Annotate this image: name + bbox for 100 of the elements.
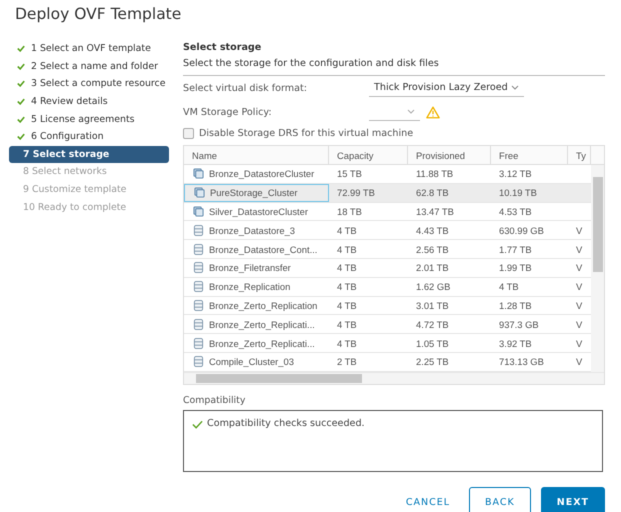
back-button[interactable]: BACK (469, 486, 531, 512)
check-icon (17, 133, 25, 140)
table-cell: V (576, 262, 582, 274)
section-subtitle: Select the storage for the configuration and disk files (183, 58, 440, 69)
database-icon (193, 356, 204, 368)
column-header[interactable]: Capacity (329, 146, 408, 164)
disk-format-select[interactable]: Thick Provision Lazy Zeroed (369, 79, 524, 97)
table-cell: 62.8 TB (416, 187, 449, 198)
table-row[interactable]: Bronze_Zerto_Replication 4 TB 3.01 TB 1.28 TB V (184, 296, 591, 316)
table-cell: 1.28 TB (499, 300, 532, 311)
table-cell: 4.72 TB (416, 318, 449, 330)
check-icon (192, 420, 203, 429)
section-title: Select storage (183, 42, 262, 53)
compatibility-message: Compatibility checks succeeded. (207, 418, 365, 429)
table-cell: 3.12 TB (499, 168, 532, 180)
compatibility-label: Compatibility (183, 394, 246, 406)
table-cell: 2 TB (337, 356, 357, 368)
field-label: Select virtual disk format: (183, 82, 308, 94)
table-cell: 4.43 TB (416, 224, 449, 236)
wizard-step[interactable]: 6 Configuration (9, 128, 169, 146)
table-row[interactable]: Bronze_Zerto_Replicati... 4 TB 4.72 TB 937.3 GB V (184, 315, 591, 334)
database-icon (193, 318, 204, 330)
field-label: VM Storage Policy: (183, 106, 273, 118)
table-cell: 4 TB (499, 281, 519, 292)
table-cell: Bronze_DatastoreCluster (209, 168, 314, 180)
table-cell: Bronze_Datastore_Cont... (209, 244, 318, 255)
column-header[interactable]: Provisioned (408, 146, 491, 164)
database-icon (193, 281, 204, 292)
wizard-step[interactable]: 4 Review details (9, 92, 169, 110)
table-cell: 10.19 TB (499, 187, 537, 198)
table-cell: 3.92 TB (499, 338, 532, 349)
table-cell: 4 TB (337, 300, 357, 311)
table-row[interactable]: PureStorage_Cluster 72.99 TB 62.8 TB 10.19 TB (184, 184, 591, 203)
table-cell: 15 TB (337, 168, 362, 180)
chevron-down-icon (511, 85, 519, 90)
database-icon (193, 338, 204, 349)
table-cell: V (576, 300, 582, 311)
table-cell: Bronze_Filetransfer (209, 262, 291, 274)
table-cell: 13.47 TB (416, 206, 454, 217)
table-cell: Silver_DatastoreCluster (209, 206, 308, 217)
table-cell: 11.88 TB (416, 168, 454, 180)
table-cell: 2.01 TB (416, 262, 449, 274)
table-cell: 2.25 TB (416, 356, 449, 368)
window-title: Deploy OVF Template (14, 4, 182, 25)
table-cell: Bronze_Zerto_Replicati... (209, 318, 315, 330)
table-cell: 3.01 TB (416, 300, 449, 311)
wizard-step[interactable]: 1 Select an OVF template (9, 40, 169, 58)
check-icon (17, 98, 25, 106)
table-cell: V (576, 244, 582, 255)
wizard-step[interactable]: 3 Select a compute resource (9, 75, 169, 93)
wizard-step[interactable]: 2 Select a name and folder (9, 58, 169, 76)
table-cell: 2.56 TB (416, 244, 449, 255)
table-cell: 4 TB (337, 281, 357, 292)
table-cell: 4 TB (337, 244, 357, 255)
table-row[interactable]: Bronze_Datastore_3 4 TB 4.43 TB 630.99 GB V (184, 221, 591, 240)
database-icon (193, 244, 204, 255)
table-cell: V (576, 224, 582, 236)
checkbox[interactable] (183, 128, 194, 138)
wizard-step[interactable]: 7 Select storage (9, 146, 169, 164)
cluster-icon (193, 206, 204, 217)
table-cell: Bronze_Replication (209, 281, 290, 292)
check-icon (17, 116, 25, 123)
table-cell: 937.3 GB (499, 318, 539, 330)
table-row[interactable]: Bronze_Datastore_Cont... 4 TB 2.56 TB 1.77 TB V (184, 240, 591, 259)
horizontal-scrollbar[interactable] (184, 372, 604, 384)
table-cell: 4 TB (337, 262, 357, 274)
table-cell: 630.99 GB (499, 224, 544, 236)
check-icon (17, 80, 25, 88)
table-cell: Bronze_Datastore_3 (209, 224, 295, 236)
table-cell: 4.53 TB (499, 206, 532, 217)
table-row[interactable]: Bronze_Filetransfer 4 TB 2.01 TB 1.99 TB V (184, 258, 591, 278)
table-cell: 1.77 TB (499, 244, 532, 255)
cluster-icon (193, 168, 204, 180)
table-cell: 4 TB (337, 318, 357, 330)
cluster-icon (194, 187, 205, 198)
column-header[interactable]: Name (184, 146, 329, 164)
database-icon (193, 262, 204, 274)
table-cell: 4 TB (337, 224, 357, 236)
chevron-down-icon (407, 109, 415, 114)
check-icon (17, 45, 25, 52)
column-header[interactable]: Free (491, 146, 568, 164)
table-row[interactable]: Bronze_Zerto_Replicati... 4 TB 1.05 TB 3.92 TB V (184, 334, 591, 353)
vertical-scrollbar[interactable] (591, 165, 604, 372)
checkbox-label: Disable Storage DRS for this virtual machine (199, 128, 414, 138)
wizard-step[interactable]: 5 License agreements (9, 110, 169, 128)
database-icon (193, 300, 204, 311)
table-row[interactable]: Bronze_Replication 4 TB 1.62 GB 4 TB V (184, 278, 591, 297)
column-header[interactable]: Ty (568, 146, 591, 164)
database-icon (193, 224, 204, 236)
table-cell: 1.05 TB (416, 338, 449, 349)
table-cell: 1.62 GB (416, 281, 450, 292)
table-cell: 1.99 TB (499, 262, 532, 274)
table-row[interactable]: Silver_DatastoreCluster 18 TB 13.47 TB 4.53 TB (184, 202, 591, 222)
table-cell: 18 TB (337, 206, 362, 217)
table-cell: V (576, 338, 582, 349)
table-cell: Compile_Cluster_03 (209, 356, 294, 368)
next-button[interactable]: NEXT (540, 486, 605, 512)
table-cell: PureStorage_Cluster (210, 187, 298, 198)
table-cell: V (576, 318, 582, 330)
table-cell: Bronze_Zerto_Replicati... (209, 338, 315, 349)
